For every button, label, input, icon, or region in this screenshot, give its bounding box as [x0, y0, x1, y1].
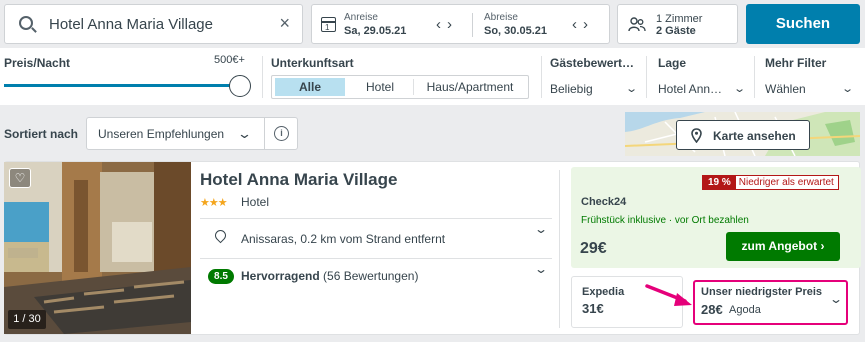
highlight-arrow-icon [645, 284, 692, 306]
price-filter-label: Preis/Nacht [4, 56, 71, 70]
price-badge: 19 % Niedriger als erwartet [702, 175, 839, 190]
search-icon [19, 16, 33, 30]
location-filter-label: Lage [658, 56, 687, 70]
view-deal-button[interactable]: zum Angebot › [726, 232, 840, 261]
chevron-down-icon[interactable]: ⌄ [625, 82, 638, 95]
guests-count: 2 Gäste [656, 25, 696, 37]
chevron-left-icon: ‹ [436, 16, 447, 33]
type-option-hotel[interactable]: Hotel [350, 78, 410, 96]
sort-info-button[interactable]: i [264, 117, 298, 150]
lowest-label: Unser niedrigster Preis [701, 286, 823, 298]
chevron-down-icon[interactable]: ⌄ [733, 82, 746, 95]
checkout-value[interactable]: So, 30.05.21 [484, 25, 547, 37]
chevron-right-icon: › [447, 16, 458, 33]
checkout-label: Abreise [484, 12, 518, 23]
more-filters-value[interactable]: Wählen [765, 82, 806, 96]
checkin-value[interactable]: Sa, 29.05.21 [344, 25, 406, 37]
checkout-arrows[interactable]: ‹› [572, 16, 594, 33]
chevron-down-icon[interactable]: ⌄ [534, 222, 548, 236]
rating-filter-label: Gästebewert… [550, 56, 635, 70]
checkin-arrows[interactable]: ‹› [436, 16, 458, 33]
price-slider-track[interactable] [4, 84, 236, 87]
hotel-name[interactable]: Hotel Anna Maria Village [200, 170, 397, 190]
chevron-down-icon[interactable]: ⌄ [534, 262, 548, 276]
type-option-all[interactable]: Alle [275, 78, 345, 96]
map-view-button[interactable]: Karte ansehen [676, 120, 810, 150]
type-filter-label: Unterkunftsart [271, 56, 354, 70]
deal-price: 29€ [580, 240, 607, 257]
checkin-label: Anreise [344, 12, 378, 23]
type-segmented-control: Alle Hotel Haus/Apartment [271, 75, 529, 99]
price-max: 500€+ [214, 54, 245, 66]
more-filters-label: Mehr Filter [765, 56, 827, 70]
chevron-down-icon[interactable]: ⌄ [829, 292, 843, 306]
hotel-photo[interactable] [4, 162, 191, 334]
rooms-count: 1 Zimmer [656, 13, 703, 25]
hotel-type: Hotel [241, 195, 270, 209]
clear-icon[interactable]: × [279, 13, 290, 34]
chevron-down-icon[interactable]: ⌄ [841, 82, 854, 95]
deal-provider: Check24 [581, 196, 627, 208]
deal-perks: Frühstück inklusive · vor Ort bezahlen [581, 215, 749, 226]
guests-selector[interactable]: 1 Zimmer 2 Gäste [617, 4, 738, 44]
lowest-price-box[interactable]: Unser niedrigster Preis 28€ Agoda ⌄ [693, 280, 848, 325]
chevron-down-icon: ⌄ [236, 126, 253, 141]
alt-provider: Expedia [582, 286, 625, 298]
lowest-provider: Agoda [729, 304, 761, 316]
type-option-apartment[interactable]: Haus/Apartment [416, 78, 524, 96]
search-query: Hotel Anna Maria Village [49, 16, 213, 33]
guests-icon [628, 16, 646, 37]
info-icon: i [274, 126, 289, 141]
rating-summary[interactable]: Hervorragend (56 Bewertungen) [241, 269, 418, 283]
filter-bar: Preis/Nacht 500€+ Unterkunftsart Alle Ho… [0, 48, 865, 105]
chevron-right-icon: › [583, 16, 594, 33]
lowest-price: 28€ [701, 302, 723, 317]
sort-value: Unseren Empfehlungen [98, 127, 225, 141]
sort-label: Sortiert nach [4, 127, 79, 141]
chevron-left-icon: ‹ [572, 16, 583, 33]
map-button-label: Karte ansehen [713, 129, 796, 143]
sort-select[interactable]: Unseren Empfehlungen ⌄ [86, 117, 268, 150]
rating-filter-value[interactable]: Beliebig [550, 82, 593, 96]
photo-counter: 1 / 30 [8, 310, 46, 329]
rating-badge: 8.5 [208, 269, 234, 284]
date-picker[interactable]: 1 Anreise Sa, 29.05.21 ‹› Abreise So, 30… [311, 4, 610, 44]
chevron-right-icon: › [820, 239, 825, 253]
favorite-heart-icon[interactable]: ♡ [9, 168, 31, 188]
calendar-icon: 1 [321, 17, 336, 32]
search-input[interactable]: Hotel Anna Maria Village × [4, 4, 303, 44]
location-filter-value[interactable]: Hotel Ann… [658, 82, 722, 96]
star-rating-icon: ★★★ [200, 197, 228, 209]
search-button[interactable]: Suchen [746, 4, 860, 44]
alt-price: 31€ [582, 301, 604, 316]
price-slider-handle[interactable] [229, 75, 251, 97]
hotel-location: Anissaras, 0.2 km vom Strand entfernt [241, 232, 446, 246]
map-pin-icon [691, 128, 702, 143]
